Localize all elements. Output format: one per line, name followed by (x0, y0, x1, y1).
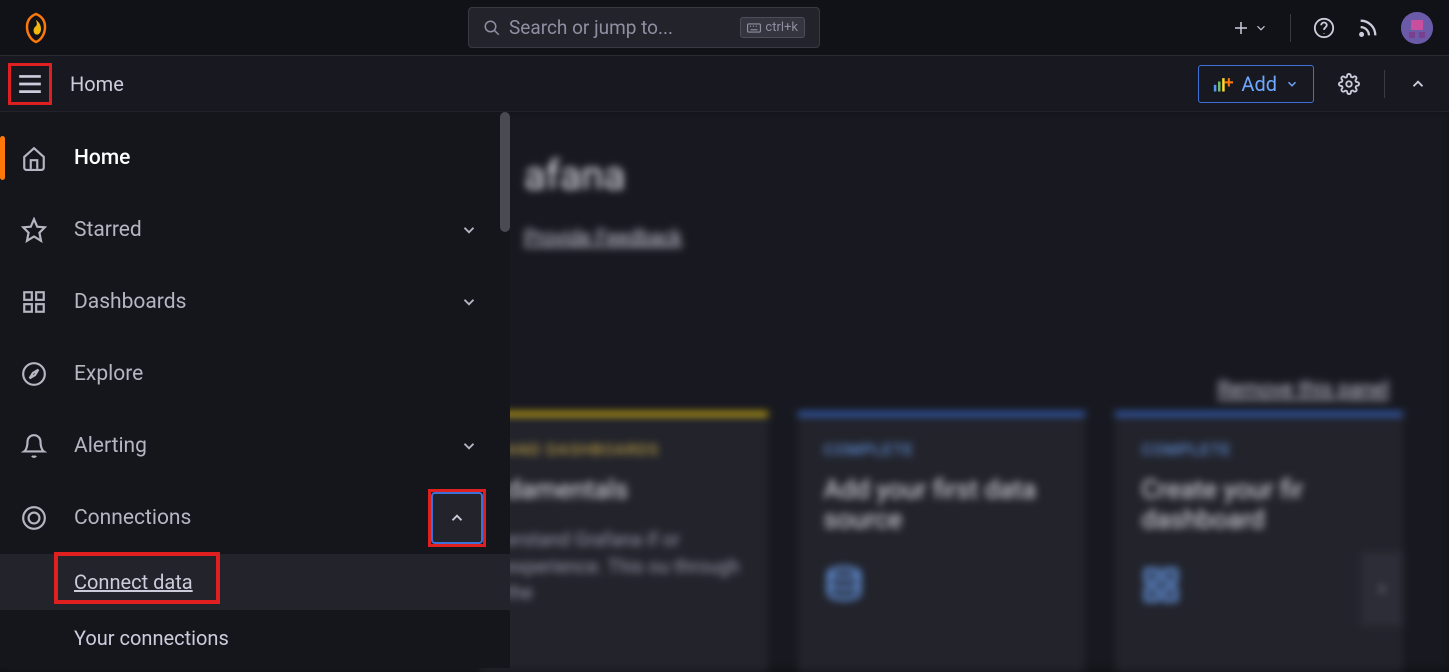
remove-panel-link[interactable]: Remove this panel (1218, 378, 1389, 402)
settings-button[interactable] (1332, 67, 1366, 101)
nav-label: Connections (74, 506, 191, 530)
nav-item-dashboards[interactable]: Dashboards (0, 266, 510, 338)
nav-item-starred[interactable]: Starred (0, 194, 510, 266)
sub-header: Home Add (0, 56, 1449, 112)
search-box[interactable]: Search or jump to... ctrl+k (468, 7, 820, 48)
hamburger-icon (17, 74, 43, 94)
star-icon (20, 216, 48, 244)
plus-icon (1232, 19, 1250, 37)
nav-label: Explore (74, 362, 143, 386)
nav-sub-label: Your connections (74, 626, 229, 650)
chevron-up-icon (448, 509, 466, 527)
help-button[interactable] (1313, 17, 1335, 39)
nav-panel: Home Starred Dashboards Explore Alerting (0, 112, 510, 668)
search-icon (483, 19, 501, 37)
kbd-shortcut: ctrl+k (740, 17, 805, 38)
feedback-link[interactable]: Provide Feedback (524, 225, 682, 249)
nav-label: Alerting (74, 434, 147, 458)
news-button[interactable] (1357, 17, 1379, 39)
add-panel-button[interactable]: Add (1198, 65, 1314, 103)
nav-item-explore[interactable]: Explore (0, 338, 510, 410)
divider (1290, 14, 1291, 42)
grafana-logo[interactable] (16, 12, 56, 44)
chevron-down-icon[interactable] (460, 221, 478, 239)
database-icon (824, 565, 864, 605)
nav-item-home[interactable]: Home (0, 122, 510, 194)
collapse-button[interactable] (1403, 69, 1433, 99)
chevron-down-icon[interactable] (460, 293, 478, 311)
home-icon (20, 144, 48, 172)
bell-icon (20, 432, 48, 460)
nav-sub-label: Connect data (74, 570, 193, 594)
connections-expand-toggle[interactable] (428, 489, 486, 547)
nav-label: Home (74, 146, 130, 170)
nav-label: Dashboards (74, 290, 186, 314)
nav-item-connections[interactable]: Connections (0, 482, 510, 554)
next-card-button[interactable] (1361, 552, 1403, 626)
chevron-down-icon[interactable] (460, 437, 478, 455)
chevron-right-icon (1375, 582, 1389, 596)
add-menu[interactable] (1232, 19, 1268, 37)
rss-icon (1357, 17, 1379, 39)
chevron-up-icon (1409, 75, 1427, 93)
apps-icon (1141, 565, 1181, 605)
top-header: Search or jump to... ctrl+k (0, 0, 1449, 56)
page-title: afana (524, 152, 1405, 199)
divider (1384, 70, 1385, 98)
nav-item-alerting[interactable]: Alerting (0, 410, 510, 482)
chevron-down-icon (1285, 77, 1299, 91)
chevron-down-icon (1254, 21, 1268, 35)
search-placeholder: Search or jump to... (509, 16, 732, 39)
panel-add-icon (1213, 76, 1233, 92)
avatar[interactable] (1401, 12, 1433, 44)
connections-icon (20, 504, 48, 532)
datasource-card[interactable]: COMPLETE Add your first data source (798, 412, 1086, 672)
nav-sub-connect-data[interactable]: Connect data (0, 554, 510, 610)
dashboard-card[interactable]: COMPLETE Create your fir dashboard (1115, 412, 1403, 672)
gear-icon (1338, 73, 1360, 95)
nav-sub-your-connections[interactable]: Your connections (0, 610, 510, 666)
compass-icon (20, 360, 48, 388)
dashboards-icon (20, 288, 48, 316)
breadcrumb[interactable]: Home (70, 72, 124, 96)
keyboard-icon (747, 23, 761, 33)
tutorial-card[interactable]: AND DASHBOARDS damentals erstand Grafana… (480, 412, 768, 672)
menu-toggle-button[interactable] (8, 63, 52, 105)
help-icon (1313, 17, 1335, 39)
nav-label: Starred (74, 218, 142, 242)
